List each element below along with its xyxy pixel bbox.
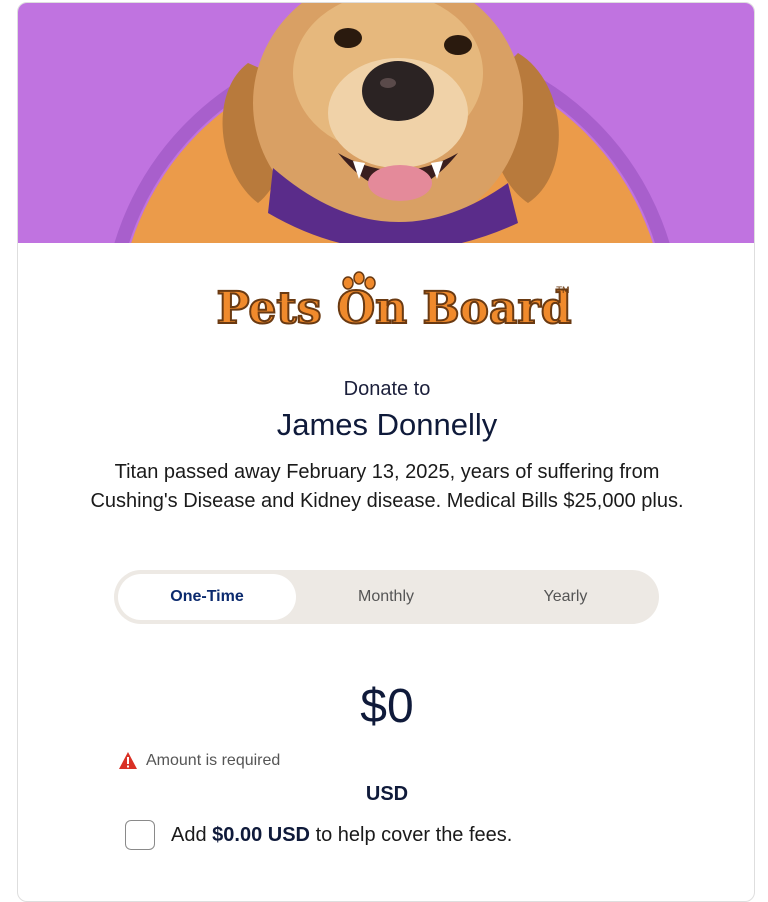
error-message: Amount is required xyxy=(146,751,281,769)
campaign-description: Titan passed away February 13, 2025, yea… xyxy=(90,461,684,512)
tab-yearly[interactable]: Yearly xyxy=(476,574,655,620)
frequency-selector: One-Time Monthly Yearly xyxy=(114,570,659,624)
fee-amount: $0.00 USD xyxy=(212,823,310,846)
amount-error: Amount is required xyxy=(118,751,280,770)
svg-text:Pets On Board: Pets On Board xyxy=(217,283,572,334)
donate-to-label: Donate to xyxy=(343,378,431,400)
recipient-name: James Donnelly xyxy=(276,407,498,442)
cover-fees-label: Add $0.00 USD to help cover the fees. xyxy=(171,823,513,846)
pets-on-board-logo: Pets On Board TM xyxy=(216,271,572,335)
currency-label: USD xyxy=(365,783,409,805)
svg-text:TM: TM xyxy=(555,286,569,296)
cover-fees-row[interactable]: Add $0.00 USD to help cover the fees. xyxy=(125,820,512,850)
warning-icon xyxy=(119,752,137,769)
hero-banner xyxy=(18,3,754,243)
donation-card: Pets On Board TM Donate to James Donnell… xyxy=(17,2,755,902)
tab-one-time[interactable]: One-Time xyxy=(118,574,296,620)
tab-monthly[interactable]: Monthly xyxy=(296,574,476,620)
cover-fees-checkbox[interactable] xyxy=(125,820,155,850)
dog-photo xyxy=(222,3,559,243)
amount-input[interactable]: $0 xyxy=(18,679,754,734)
